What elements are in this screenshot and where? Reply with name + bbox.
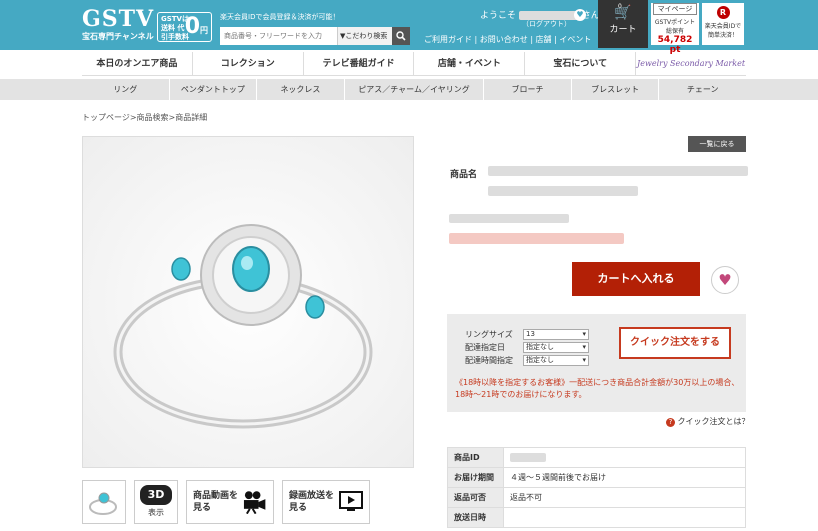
detail-key: 商品ID	[447, 447, 504, 468]
ring-size-label: リングサイズ	[465, 330, 513, 339]
detail-value: ４週～５週間前後でお届け	[503, 467, 746, 488]
free-shipping-yen: 円	[200, 26, 208, 35]
header-links[interactable]: ご利用ガイド | お問い合わせ | 店舗 | イベント	[424, 34, 591, 45]
product-price-redacted	[449, 233, 624, 244]
product-code-redacted	[449, 214, 569, 223]
ring-image	[113, 224, 373, 429]
main-nav: 本日のオンエア商品 コレクション テレビ番組ガイド 店舗・イベント 宝石について…	[82, 52, 746, 76]
product-name-label: 商品名	[450, 170, 478, 180]
breadcrumb[interactable]: トップページ>商品検索>商品詳細	[82, 112, 207, 123]
nav-about-gems[interactable]: 宝石について	[524, 52, 635, 75]
points-label: GSTVポイント 総保有	[654, 19, 696, 35]
nav-tv-guide[interactable]: テレビ番組ガイド	[302, 52, 414, 75]
product-id-redacted	[510, 453, 546, 462]
search-icon	[396, 31, 406, 41]
add-to-cart-button[interactable]: カートへ入れる	[572, 262, 700, 296]
nav-jewelry-secondary-market[interactable]: Jewelry Secondary Market	[635, 52, 746, 75]
category-brooch[interactable]: ブローチ	[483, 79, 571, 100]
3d-icon: 3D	[140, 485, 172, 505]
rakuten-pay-badge[interactable]: R 楽天会員IDで 簡単決済！	[702, 3, 744, 45]
site-logo[interactable]: GSTV 宝石専門チャンネル	[82, 8, 154, 42]
video-camera-icon	[243, 491, 266, 514]
quick-order-button[interactable]: クイック注文をする	[619, 327, 731, 359]
product-name-redacted	[488, 166, 748, 196]
delivery-time-select[interactable]: 指定なし	[523, 355, 589, 366]
detail-key: お届け期間	[447, 467, 504, 488]
cart-count: 0	[618, 3, 622, 10]
nav-stores-events[interactable]: 店舗・イベント	[413, 52, 524, 75]
category-bracelet[interactable]: ブレスレット	[570, 79, 659, 100]
cart-button[interactable]: 🛒 カート 0	[598, 0, 648, 48]
product-details-table: 商品ID お届け期間 ４週～５週間前後でお届け 返品可否 返品不可 放送日時	[447, 447, 746, 528]
detail-key: 返品可否	[447, 487, 504, 508]
rakuten-text: 楽天会員IDで 簡単決済！	[704, 23, 742, 39]
mypage-button[interactable]: マイページ	[653, 3, 697, 15]
add-favorite-heart-icon[interactable]: ♥	[711, 266, 739, 294]
free-shipping-zero: 0	[184, 14, 200, 39]
quick-order-help-label: クイック注文とは？	[677, 417, 750, 426]
rakuten-promo-text: 楽天会員IDで会員登録＆決済が可能！	[220, 13, 340, 21]
3d-label: 表示	[148, 508, 164, 517]
quick-order-note: 《18時以降を指定するお客様》一配送につき商品合計金額が30万以上の場合、18時…	[455, 378, 740, 399]
delivery-date-label: 配達指定日	[465, 343, 505, 352]
logout-link[interactable]: （ログアウト）	[522, 19, 571, 29]
back-to-list-button[interactable]: 一覧に戻る	[688, 136, 746, 152]
thumbnail-image[interactable]	[82, 480, 126, 524]
nav-onair[interactable]: 本日のオンエア商品	[82, 52, 192, 75]
table-row: 放送日時	[447, 507, 746, 528]
quick-order-help-link[interactable]: ? クイック注文とは？	[666, 416, 750, 427]
product-main-image[interactable]	[82, 136, 414, 468]
detail-value: 返品不可	[503, 487, 746, 508]
quick-order-panel: リングサイズ 13 配達指定日 指定なし 配達時間指定 指定なし クイック注文を…	[447, 314, 746, 412]
search-button[interactable]	[392, 27, 410, 45]
thumbnail-row: 3D 表示 商品動画を見る 録画放送を見る	[82, 480, 370, 524]
search-input[interactable]	[220, 27, 337, 45]
logo-text: GSTV	[82, 6, 155, 32]
table-row: 商品ID	[447, 447, 746, 468]
category-earrings[interactable]: ピアス／チャーム／イヤリング	[343, 79, 484, 100]
cart-label: カート	[609, 25, 637, 35]
rakuten-icon: R	[716, 6, 730, 19]
nav-collection[interactable]: コレクション	[191, 52, 303, 75]
table-row: 返品可否 返品不可	[447, 487, 746, 508]
free-shipping-badge: GSTVは 送料 代引手数料 0円	[157, 12, 212, 42]
recorded-broadcast-button[interactable]: 録画放送を見る	[282, 480, 370, 524]
category-necklace[interactable]: ネックレス	[256, 79, 344, 100]
category-nav: リング ペンダントトップ ネックレス ピアス／チャーム／イヤリング ブローチ ブ…	[0, 79, 818, 100]
logo-subtitle: 宝石専門チャンネル	[82, 32, 154, 41]
points-panel: マイページ GSTVポイント 総保有 54,782 pt	[651, 3, 699, 55]
product-video-label: 商品動画を見る	[193, 491, 239, 513]
site-header: GSTV 宝石専門チャンネル GSTVは 送料 代引手数料 0円 楽天会員IDで…	[0, 0, 818, 55]
delivery-date-select[interactable]: 指定なし	[523, 342, 589, 353]
cart-icon: 🛒	[614, 5, 632, 21]
3d-view-button[interactable]: 3D 表示	[134, 480, 178, 524]
detail-key: 放送日時	[447, 507, 504, 528]
ring-size-select[interactable]: 13	[523, 329, 589, 340]
product-video-button[interactable]: 商品動画を見る	[186, 480, 274, 524]
advanced-search-select[interactable]: ▼こだわり検索	[337, 27, 392, 45]
question-icon: ?	[666, 418, 675, 427]
tv-play-icon	[339, 491, 363, 511]
recorded-broadcast-label: 録画放送を見る	[289, 491, 335, 513]
category-chain[interactable]: チェーン	[658, 79, 746, 100]
detail-value	[503, 447, 746, 468]
delivery-time-label: 配達時間指定	[465, 356, 513, 365]
table-row: お届け期間 ４週～５週間前後でお届け	[447, 467, 746, 488]
ring-thumbnail-icon	[89, 492, 117, 515]
category-ring[interactable]: リング	[82, 79, 169, 100]
favorites-heart-icon[interactable]: ♥	[574, 9, 586, 21]
search-bar: ▼こだわり検索	[220, 27, 410, 45]
category-pendant-top[interactable]: ペンダントトップ	[168, 79, 257, 100]
detail-value	[503, 507, 746, 528]
welcome-label: ようこそ	[480, 11, 517, 21]
